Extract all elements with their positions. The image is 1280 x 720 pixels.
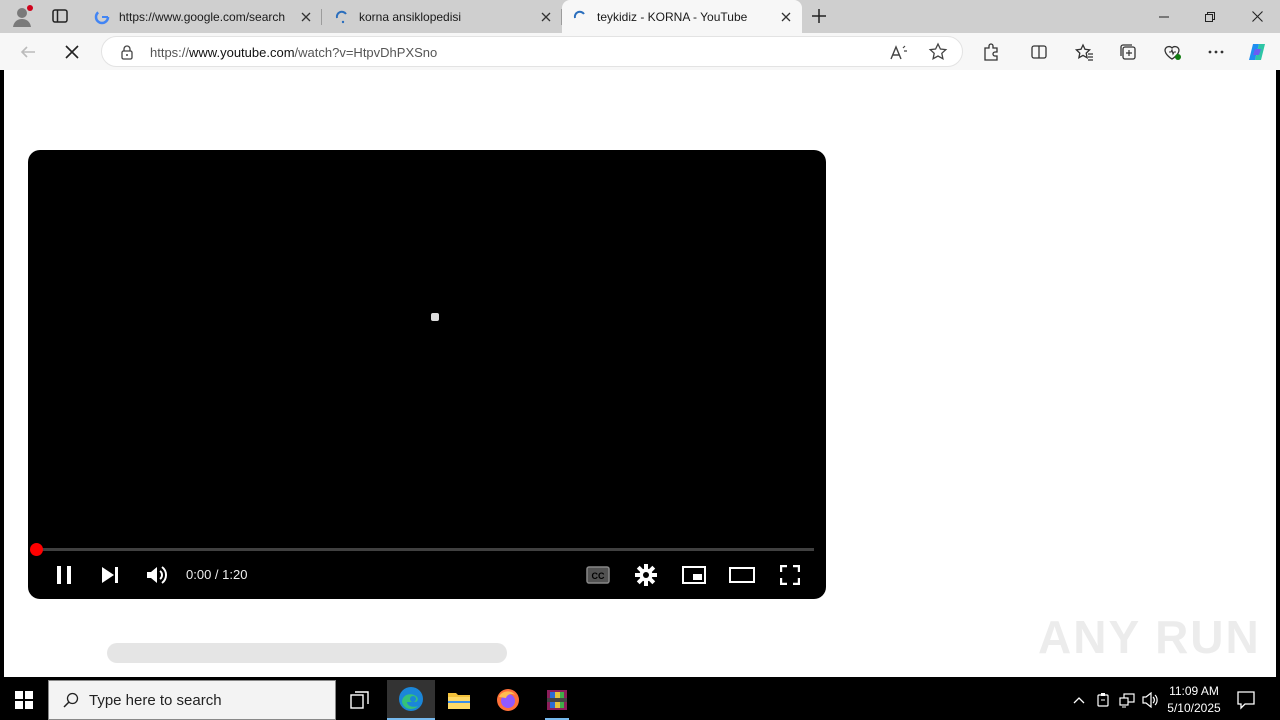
close-tab-icon[interactable] xyxy=(778,9,794,25)
extensions-icon[interactable] xyxy=(980,41,1002,63)
read-aloud-icon[interactable] xyxy=(888,43,908,63)
notifications-icon[interactable] xyxy=(1236,690,1258,710)
system-clock[interactable]: 11:09 AM 5/10/2025 xyxy=(1160,683,1228,717)
back-arrow-icon[interactable] xyxy=(17,41,39,63)
windows-taskbar: Type here to search 11:09 AM 5/10/2025 xyxy=(0,680,1280,720)
new-tab-icon[interactable] xyxy=(808,5,830,27)
copilot-icon[interactable] xyxy=(1246,41,1268,63)
winrar-icon[interactable] xyxy=(533,680,581,720)
tab-actions-icon[interactable] xyxy=(50,6,70,26)
search-icon xyxy=(63,692,79,708)
taskbar-search-box[interactable]: Type here to search xyxy=(48,680,336,720)
loading-spinner-icon xyxy=(431,313,439,321)
current-time: 0:00 xyxy=(186,567,212,582)
total-time: 1:20 xyxy=(222,567,248,582)
network-icon[interactable] xyxy=(1117,690,1137,710)
minimize-icon[interactable] xyxy=(1141,0,1187,33)
split-screen-icon[interactable] xyxy=(1028,41,1050,63)
browser-tab-strip: https://www.google.com/search korna ansi… xyxy=(0,0,1280,33)
tab-google-search[interactable]: https://www.google.com/search xyxy=(84,0,322,33)
subtitles-cc-icon[interactable]: CC xyxy=(584,561,612,589)
title-loading-placeholder xyxy=(107,643,507,663)
browser-essentials-icon[interactable] xyxy=(1161,41,1183,63)
volume-icon[interactable] xyxy=(143,561,171,589)
favorites-icon[interactable] xyxy=(1073,41,1095,63)
progress-bar[interactable] xyxy=(30,543,814,556)
tab-title: teykidiz - KORNA - YouTube xyxy=(597,9,748,24)
firefox-icon[interactable] xyxy=(484,680,532,720)
address-bar[interactable]: https://www.youtube.com/watch?v=HtpvDhPX… xyxy=(101,36,963,67)
url-text[interactable]: https://www.youtube.com/watch?v=HtpvDhPX… xyxy=(150,45,437,60)
stop-loading-icon[interactable] xyxy=(61,41,83,63)
clock-time: 11:09 AM xyxy=(1169,684,1219,698)
svg-text:CC: CC xyxy=(592,571,605,581)
desktop-screen: https://www.google.com/search korna ansi… xyxy=(0,0,1280,720)
time-separator: / xyxy=(211,567,223,582)
file-explorer-icon[interactable] xyxy=(435,680,483,720)
add-favorite-star-icon[interactable] xyxy=(928,42,948,62)
edge-browser-icon[interactable] xyxy=(387,680,435,720)
lock-icon[interactable] xyxy=(119,44,135,60)
youtube-page: 0:00 / 1:20 CC ANY RUN xyxy=(4,70,1276,677)
google-icon xyxy=(94,9,110,25)
tab-youtube-korna[interactable]: teykidiz - KORNA - YouTube xyxy=(562,0,802,33)
loading-icon xyxy=(334,9,350,25)
collections-icon[interactable] xyxy=(1117,41,1139,63)
url-scheme: https:// xyxy=(150,45,190,60)
task-view-icon[interactable] xyxy=(336,680,384,720)
windows-start-icon[interactable] xyxy=(0,680,48,720)
browser-toolbar: https://www.youtube.com/watch?v=HtpvDhPX… xyxy=(0,33,1280,70)
url-path: /watch?v=HtpvDhPXSno xyxy=(294,45,438,60)
device-icon[interactable] xyxy=(1093,690,1113,710)
next-video-icon[interactable] xyxy=(96,561,124,589)
settings-gear-icon[interactable] xyxy=(632,561,660,589)
tab-title: korna ansiklopedisi xyxy=(359,9,462,24)
anyrun-watermark: ANY RUN xyxy=(1038,611,1261,663)
url-host: www.youtube.com xyxy=(189,45,295,60)
more-options-icon[interactable] xyxy=(1205,41,1227,63)
close-window-icon[interactable] xyxy=(1234,0,1280,33)
theater-mode-icon[interactable] xyxy=(728,561,756,589)
close-tab-icon[interactable] xyxy=(538,9,554,25)
restore-icon[interactable] xyxy=(1187,0,1233,33)
miniplayer-icon[interactable] xyxy=(680,561,708,589)
fullscreen-icon[interactable] xyxy=(776,561,804,589)
tab-title: https://www.google.com/search xyxy=(119,9,286,24)
close-tab-icon[interactable] xyxy=(298,9,314,25)
time-display: 0:00 / 1:20 xyxy=(186,567,247,582)
show-hidden-icons-chevron-icon[interactable] xyxy=(1069,690,1089,710)
search-placeholder: Type here to search xyxy=(89,691,222,709)
speaker-volume-icon[interactable] xyxy=(1141,690,1161,710)
video-player[interactable]: 0:00 / 1:20 CC xyxy=(28,150,826,599)
tab-korna-ansiklopedisi[interactable]: korna ansiklopedisi xyxy=(324,0,562,33)
clock-date: 5/10/2025 xyxy=(1167,701,1221,715)
loading-icon xyxy=(572,9,588,25)
scrubber-handle[interactable] xyxy=(30,543,43,556)
pause-icon[interactable] xyxy=(50,561,78,589)
profile-icon[interactable] xyxy=(10,4,34,28)
